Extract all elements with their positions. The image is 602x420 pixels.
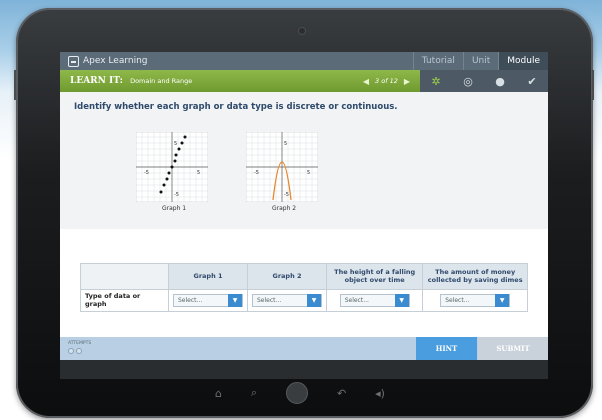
screen-bottom-strip — [60, 360, 548, 379]
logo-icon — [68, 55, 79, 67]
graph-1-tick-y-bottom: -5 — [174, 192, 179, 198]
falling-object-select[interactable]: Select... ▼ — [339, 294, 410, 307]
graph-1-label: Graph 1 — [162, 205, 187, 212]
chevron-down-icon[interactable]: ▼ — [495, 294, 510, 307]
table-cell: Select... ▼ — [168, 289, 248, 312]
attempt-dot — [68, 348, 74, 354]
nav-tabs: Tutorial Unit Module — [412, 52, 548, 70]
footer-bar: ATTEMPTS HINT SUBMIT — [60, 337, 548, 360]
graph-1-tick-x-left: -5 — [144, 170, 149, 176]
table-header-dimes: The amount of money collected by saving … — [422, 263, 528, 290]
attempt-dots — [68, 348, 82, 354]
graph-2-tick-y-top: 5 — [284, 141, 287, 147]
tab-unit[interactable]: Unit — [462, 52, 498, 70]
pager: ◀ 3 of 12 ▶ — [363, 77, 410, 86]
dimes-select[interactable]: Select... ▼ — [440, 294, 511, 307]
learn-prefix: LEARN IT: — [70, 76, 123, 86]
search-icon[interactable]: ⌕ — [251, 386, 257, 400]
learn-bar: LEARN IT: Domain and Range ◀ 3 of 12 ▶ ✲… — [60, 70, 548, 92]
table-cell: Select... ▼ — [325, 289, 424, 312]
learn-title: LEARN IT: Domain and Range — [60, 76, 363, 86]
circle-icon[interactable]: ● — [484, 70, 516, 92]
camera-icon — [298, 27, 306, 35]
home-button[interactable] — [286, 382, 309, 404]
graph-1-select[interactable]: Select... ▼ — [173, 294, 243, 307]
select-value: Select... — [178, 297, 203, 304]
home-icon[interactable]: ⌂ — [215, 387, 222, 400]
table-header-graph-1: Graph 1 — [168, 263, 248, 290]
volume-icon[interactable]: ◂) — [375, 387, 385, 400]
chevron-down-icon[interactable]: ▼ — [307, 294, 321, 307]
graph-1-plot: 5 -5 5 -5 — [135, 131, 209, 203]
answer-table: Graph 1 Graph 2 The height of a falling … — [80, 263, 528, 312]
brand-name: Apex Learning — [83, 56, 148, 66]
select-value: Select... — [257, 297, 282, 304]
tablet-nav-bar: ⌂ ⌕ ↶ ◂) — [215, 378, 385, 408]
gear-icon[interactable]: ✲ — [420, 70, 452, 92]
answer-pane: Graph 1 Graph 2 The height of a falling … — [60, 229, 548, 337]
select-value: Select... — [344, 297, 369, 304]
prev-page-icon[interactable]: ◀ — [363, 77, 369, 86]
tab-module[interactable]: Module — [498, 52, 548, 70]
row-label: Type of data or graph — [80, 289, 169, 312]
table-header-graph-2: Graph 2 — [247, 263, 327, 290]
graph-2-plot: 5 -5 5 -5 — [245, 131, 319, 203]
graph-2: 5 -5 5 -5 Graph 2 — [245, 131, 319, 212]
submit-button[interactable]: SUBMIT — [478, 337, 548, 360]
graph-2-tick-x-right: 5 — [307, 170, 310, 176]
table-row: Type of data or graph Select... ▼ Select… — [80, 289, 528, 312]
attempt-dot — [76, 348, 82, 354]
tablet-camera — [298, 25, 358, 37]
brand: Apex Learning — [60, 55, 413, 67]
target-icon[interactable]: ◎ — [452, 70, 484, 92]
tab-tutorial[interactable]: Tutorial — [412, 52, 463, 70]
question-prompt: Identify whether each graph or data type… — [74, 102, 398, 112]
app-screen: Apex Learning Tutorial Unit Module LEARN… — [60, 52, 548, 379]
question-panel: Identify whether each graph or data type… — [60, 92, 548, 337]
graph-1-tick-y-top: 5 — [174, 141, 177, 147]
table-header-falling-object: The height of a falling object over time — [325, 263, 424, 290]
check-icon[interactable]: ✔ — [516, 70, 548, 92]
top-bar: Apex Learning Tutorial Unit Module — [60, 52, 548, 70]
back-icon[interactable]: ↶ — [337, 387, 346, 400]
lesson-title: Domain and Range — [130, 77, 193, 85]
table-cell: Select... ▼ — [422, 289, 528, 312]
graph-2-label: Graph 2 — [272, 205, 297, 212]
chevron-down-icon[interactable]: ▼ — [228, 294, 242, 307]
left-edge-mark — [14, 70, 16, 100]
page-indicator: 3 of 12 — [375, 77, 398, 85]
graph-1-tick-x-right: 5 — [197, 170, 200, 176]
tool-group: ✲ ◎ ● ✔ — [420, 70, 548, 92]
graph-2-select[interactable]: Select... ▼ — [252, 294, 322, 307]
graph-2-tick-x-left: -5 — [254, 170, 259, 176]
graph-1: 5 -5 5 -5 Graph 1 — [135, 131, 209, 212]
right-edge-mark — [592, 70, 594, 100]
table-cell: Select... ▼ — [247, 289, 327, 312]
next-page-icon[interactable]: ▶ — [404, 77, 410, 86]
hint-button[interactable]: HINT — [416, 337, 477, 360]
attempts-label: ATTEMPTS — [68, 341, 92, 346]
graph-2-tick-y-bottom: -5 — [284, 192, 289, 198]
chevron-down-icon[interactable]: ▼ — [394, 294, 409, 307]
table-header-blank — [80, 263, 169, 290]
table-header-row: Graph 1 Graph 2 The height of a falling … — [80, 263, 528, 290]
select-value: Select... — [445, 297, 470, 304]
